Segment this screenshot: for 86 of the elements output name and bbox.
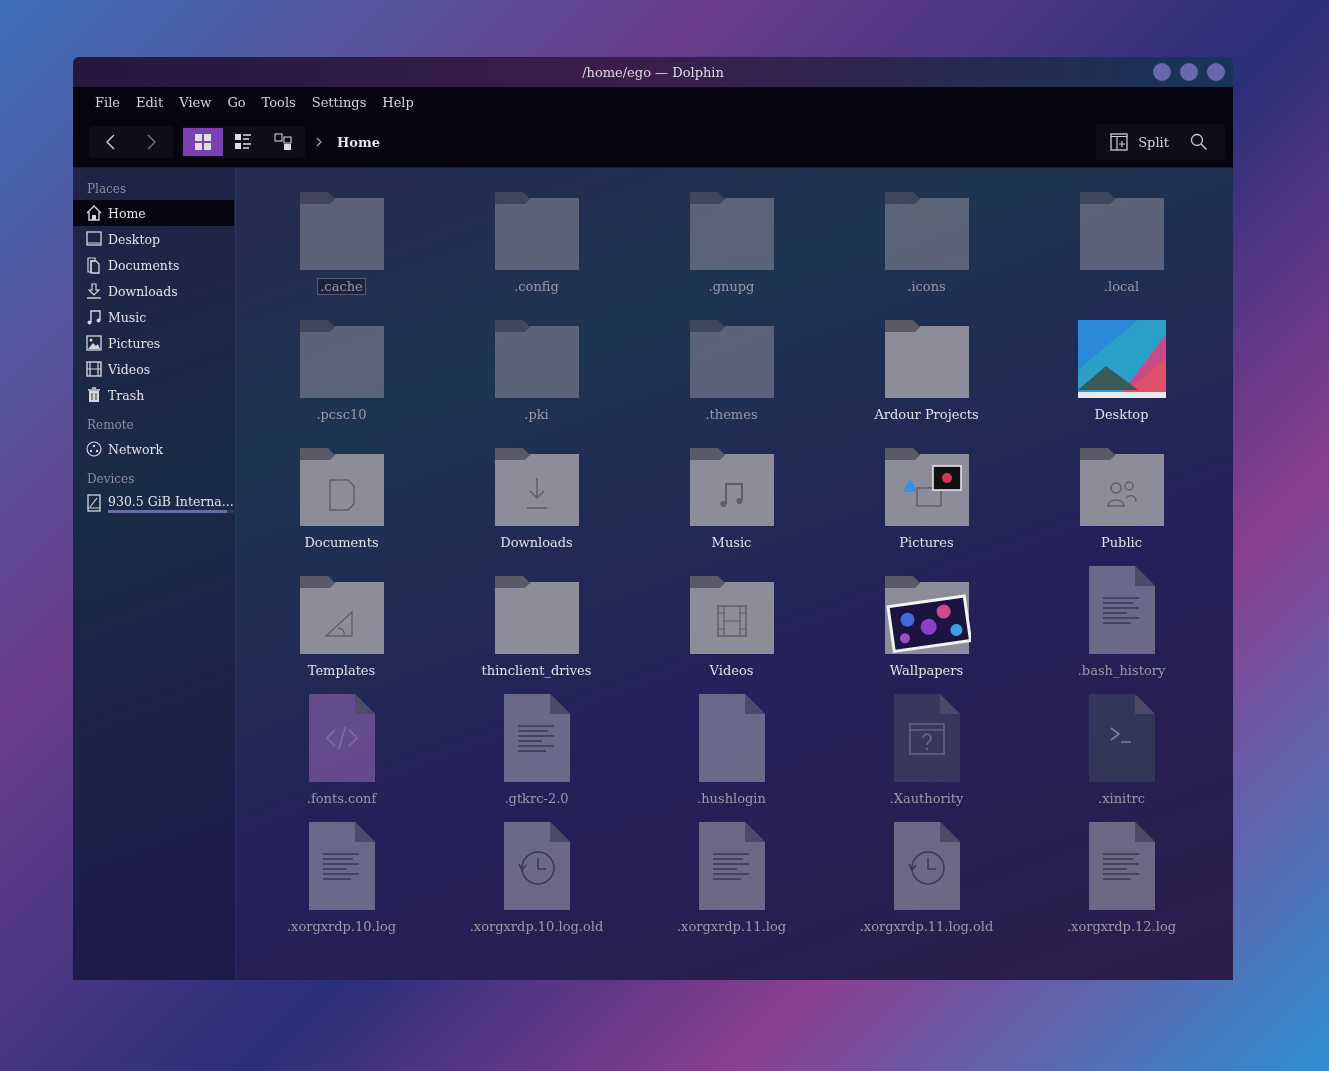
script-file-icon [1088, 694, 1155, 782]
picture-icon [85, 334, 103, 352]
backup-file-icon [503, 822, 570, 910]
text-file-icon [503, 694, 570, 782]
sidebar-item[interactable]: Trash [73, 382, 234, 408]
text-file-icon [308, 822, 375, 910]
sidebar-item[interactable]: Desktop [73, 226, 234, 252]
sidebar-item[interactable]: Videos [73, 356, 234, 382]
menu-item[interactable]: File [87, 94, 129, 110]
sidebar-item[interactable]: Pictures [73, 330, 234, 356]
sidebar-item[interactable]: Documents [73, 252, 234, 278]
download-icon [85, 282, 103, 300]
documents-icon [85, 256, 103, 274]
search-icon [1190, 133, 1208, 151]
text-file-icon [698, 822, 765, 910]
file-name[interactable]: Public [1097, 534, 1145, 551]
file-name[interactable]: .themes [702, 406, 761, 423]
text-file-icon [1088, 566, 1155, 654]
chevron-left-icon [104, 133, 118, 151]
blank-file-icon [698, 694, 765, 782]
close-button[interactable] [1207, 63, 1225, 81]
house-icon [85, 204, 103, 222]
breadcrumb-location[interactable]: Home [337, 134, 380, 150]
file-name[interactable]: .pki [521, 406, 552, 423]
section-heading: Remote [86, 417, 135, 434]
sidebar-item[interactable]: Home [73, 200, 234, 226]
split-button[interactable]: Split [1102, 129, 1177, 155]
chevron-right-icon [144, 133, 158, 151]
file-name[interactable]: .xorgxrdp.11.log.old [856, 918, 997, 935]
file-name[interactable]: .icons [904, 278, 949, 295]
menu-item[interactable]: Settings [303, 94, 375, 110]
file-name[interactable]: .Xauthority [886, 790, 967, 807]
icon-view-icon [194, 133, 212, 151]
icon-view-button[interactable] [183, 128, 223, 156]
menu-item[interactable]: Tools [253, 94, 304, 110]
details-view-icon [234, 133, 252, 151]
menu-item[interactable]: Edit [128, 94, 172, 110]
network-icon [85, 440, 103, 458]
file-name[interactable]: Music [708, 534, 755, 551]
split-view-icon [1110, 133, 1129, 151]
music-note-icon [85, 308, 103, 326]
section-heading: Places [86, 181, 128, 198]
unknown-file-icon [893, 694, 960, 782]
file-name[interactable]: Videos [706, 662, 757, 679]
file-name[interactable]: .xorgxrdp.11.log [673, 918, 790, 935]
code-file-icon [308, 694, 375, 782]
menu-item[interactable]: View [171, 94, 220, 110]
file-name[interactable]: Desktop [1091, 406, 1152, 423]
file-name[interactable]: .fonts.conf [303, 790, 380, 807]
film-icon [85, 360, 103, 378]
menu-item[interactable]: Go [219, 94, 254, 110]
backup-file-icon [893, 822, 960, 910]
sidebar-item[interactable]: Downloads [73, 278, 234, 304]
file-name[interactable]: .bash_history [1074, 662, 1169, 679]
tree-view-icon [274, 133, 292, 151]
file-name[interactable]: .xorgxrdp.10.log [283, 918, 400, 935]
file-name[interactable]: .pcsc10 [313, 406, 370, 423]
file-name[interactable]: .xorgxrdp.10.log.old [466, 918, 607, 935]
file-name[interactable]: thinclient_drives [478, 662, 595, 679]
maximize-button[interactable] [1180, 63, 1198, 81]
window-title: /home/ego — Dolphin [582, 64, 724, 80]
sidebar-item[interactable]: Network [73, 436, 234, 462]
monitor-icon [85, 230, 103, 248]
file-name[interactable]: .config [511, 278, 562, 295]
file-name[interactable]: .xorgxrdp.12.log [1063, 918, 1180, 935]
chevron-right-icon [315, 137, 323, 147]
file-name[interactable]: Downloads [497, 534, 576, 551]
file-name[interactable]: .gtkrc-2.0 [501, 790, 572, 807]
file-name[interactable]: Pictures [896, 534, 957, 551]
file-name[interactable]: .local [1100, 278, 1143, 295]
file-name[interactable]: .hushlogin [694, 790, 769, 807]
file-name[interactable]: Ardour Projects [871, 406, 982, 423]
minimize-button[interactable] [1153, 63, 1171, 81]
file-name[interactable]: .xinitrc [1095, 790, 1148, 807]
file-name[interactable]: .cache [317, 278, 366, 295]
drive-icon [85, 494, 103, 512]
sidebar-item[interactable]: Music [73, 304, 234, 330]
trash-icon [85, 386, 103, 404]
menu-item[interactable]: Help [374, 94, 422, 110]
sidebar-item[interactable]: 930.5 GiB Interna... [73, 490, 234, 516]
file-name[interactable]: Wallpapers [886, 662, 967, 679]
file-name[interactable]: Documents [301, 534, 382, 551]
section-heading: Devices [86, 471, 136, 488]
text-file-icon [1088, 822, 1155, 910]
file-name[interactable]: Templates [304, 662, 379, 679]
file-name[interactable]: .gnupg [705, 278, 758, 295]
